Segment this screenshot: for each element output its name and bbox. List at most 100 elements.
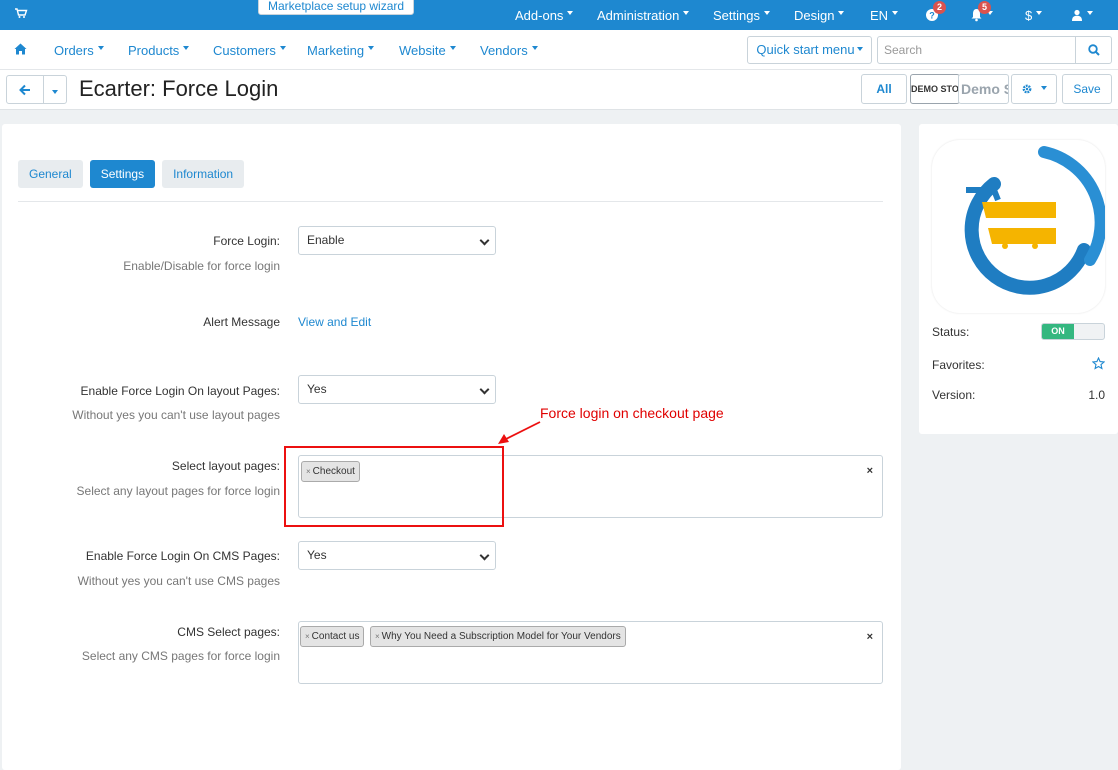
nav-marketing-label: Marketing bbox=[307, 42, 365, 58]
status-on-label: ON bbox=[1042, 324, 1074, 339]
addons-menu[interactable]: Add-ons bbox=[515, 0, 574, 30]
setup-wizard-button[interactable]: Marketplace setup wizard bbox=[258, 0, 415, 15]
nav-website-label: Website bbox=[399, 42, 446, 58]
layout-pages-enable-value: Yes bbox=[307, 382, 327, 396]
nav-products[interactable]: Products bbox=[128, 30, 190, 70]
layout-pages-enable-label: Enable Force Login On layout Pages: bbox=[80, 384, 280, 398]
nav-orders[interactable]: Orders bbox=[54, 30, 104, 70]
chevron-down-icon bbox=[856, 46, 863, 51]
title-bar: Ecarter: Force Login All DEMO STORE Demo… bbox=[0, 70, 1118, 110]
nav-vendors[interactable]: Vendors bbox=[480, 30, 538, 70]
layout-pages-enable-select[interactable]: Yes bbox=[298, 375, 496, 404]
settings-menu[interactable]: Settings bbox=[713, 0, 770, 30]
save-button[interactable]: Save bbox=[1062, 74, 1112, 104]
remove-icon[interactable]: × bbox=[375, 632, 380, 641]
view-and-edit-link[interactable]: View and Edit bbox=[298, 315, 371, 329]
chevron-down-icon bbox=[567, 11, 574, 15]
search-box bbox=[877, 36, 1112, 64]
quick-start-menu-button[interactable]: Quick start menu bbox=[747, 36, 872, 64]
user-icon bbox=[1072, 9, 1082, 21]
gear-icon bbox=[1022, 84, 1032, 94]
status-label: Status: bbox=[932, 325, 970, 339]
alert-message-label: Alert Message bbox=[203, 315, 280, 329]
search-button[interactable] bbox=[1075, 37, 1111, 63]
chevron-down-icon[interactable] bbox=[52, 90, 58, 94]
force-login-label: Force Login: bbox=[213, 234, 280, 248]
clear-icon[interactable]: × bbox=[867, 465, 873, 477]
chevron-down-icon bbox=[1040, 85, 1047, 90]
version-label: Version: bbox=[932, 388, 976, 402]
search-input[interactable] bbox=[878, 37, 1076, 63]
force-login-value: Enable bbox=[307, 233, 345, 247]
language-menu[interactable]: EN bbox=[870, 0, 899, 30]
administration-menu[interactable]: Administration bbox=[597, 0, 690, 30]
nav-customers[interactable]: Customers bbox=[213, 30, 286, 70]
chevron-down-icon bbox=[763, 11, 770, 15]
tab-general[interactable]: General bbox=[18, 160, 83, 188]
nav-customers-label: Customers bbox=[213, 42, 276, 58]
settings-dropdown-button[interactable] bbox=[1011, 74, 1057, 104]
cms-pages-enable-label: Enable Force Login On CMS Pages: bbox=[85, 549, 280, 563]
administration-menu-label: Administration bbox=[597, 7, 680, 23]
chip-contact-us: × Contact us bbox=[300, 626, 365, 647]
chevron-down-icon bbox=[531, 46, 538, 50]
main-nav: Orders Products Customers Marketing Webs… bbox=[0, 30, 1118, 70]
status-toggle[interactable]: ON bbox=[1041, 323, 1105, 340]
demo-store-button-2[interactable]: Demo Store bbox=[958, 74, 1009, 104]
chevron-down-icon bbox=[683, 11, 690, 15]
help-badge: 2 bbox=[933, 1, 946, 14]
help-menu[interactable]: ? 2 bbox=[925, 0, 946, 30]
tabs: General Settings Information bbox=[18, 160, 251, 188]
tab-information[interactable]: Information bbox=[162, 160, 245, 188]
cart-icon[interactable] bbox=[14, 6, 28, 20]
chevron-down-icon bbox=[838, 11, 845, 15]
tabs-divider bbox=[18, 201, 883, 202]
star-icon[interactable] bbox=[1092, 357, 1105, 370]
back-arrow-icon[interactable] bbox=[19, 84, 31, 96]
ecarter-logo-icon bbox=[964, 146, 1105, 295]
notifications-badge: 5 bbox=[978, 1, 991, 14]
all-stores-button[interactable]: All bbox=[861, 74, 907, 104]
force-login-hint: Enable/Disable for force login bbox=[123, 259, 280, 273]
demo-store-button[interactable]: DEMO STORE bbox=[910, 74, 960, 104]
annotation-arrow bbox=[498, 421, 541, 444]
chevron-down-icon bbox=[449, 46, 456, 50]
addon-side-panel: Status: ON Favorites: Version: 1.0 bbox=[919, 124, 1118, 434]
nav-website[interactable]: Website bbox=[399, 30, 456, 70]
remove-icon[interactable]: × bbox=[305, 632, 310, 641]
chevron-down-icon bbox=[1087, 11, 1093, 15]
clear-icon[interactable]: × bbox=[867, 631, 873, 643]
addons-menu-label: Add-ons bbox=[515, 7, 564, 23]
version-value: 1.0 bbox=[1088, 388, 1105, 402]
layout-pages-select-label: Select layout pages: bbox=[171, 459, 280, 473]
tab-settings[interactable]: Settings bbox=[89, 160, 156, 188]
annotation-box bbox=[284, 446, 504, 527]
currency-label: $ bbox=[1025, 7, 1033, 23]
currency-menu[interactable]: $ bbox=[1025, 0, 1043, 30]
cms-pages-enable-hint: Without yes you can't use CMS pages bbox=[77, 574, 280, 588]
back-button-group bbox=[6, 75, 67, 104]
notifications-menu[interactable]: 5 bbox=[970, 0, 1000, 30]
cms-pages-select-hint: Select any CMS pages for force login bbox=[81, 649, 280, 663]
chevron-down-icon bbox=[368, 46, 375, 50]
divider bbox=[43, 76, 44, 103]
chevron-down-icon bbox=[479, 384, 490, 395]
chip-subscription-model: × Why You Need a Subscription Model for Y… bbox=[370, 626, 626, 647]
cms-pages-enable-select[interactable]: Yes bbox=[298, 541, 496, 570]
home-icon[interactable] bbox=[14, 43, 27, 55]
force-login-select[interactable]: Enable bbox=[298, 226, 496, 255]
cms-pages-select-label: CMS Select pages: bbox=[177, 625, 280, 639]
design-menu-label: Design bbox=[794, 7, 835, 23]
language-menu-label: EN bbox=[870, 7, 889, 23]
user-menu[interactable] bbox=[1071, 0, 1093, 30]
nav-marketing[interactable]: Marketing bbox=[307, 30, 375, 70]
page-title: Ecarter: Force Login bbox=[79, 76, 279, 101]
addon-logo bbox=[932, 140, 1105, 313]
layout-pages-select-hint: Select any layout pages for force login bbox=[76, 484, 280, 498]
chevron-down-icon bbox=[279, 46, 286, 50]
chevron-down-icon bbox=[479, 550, 490, 561]
cms-pages-multiselect[interactable]: × Contact us × Why You Need a Subscription… bbox=[298, 621, 883, 684]
cms-pages-enable-value: Yes bbox=[307, 548, 327, 562]
design-menu[interactable]: Design bbox=[794, 0, 845, 30]
chip-label: Contact us bbox=[311, 631, 360, 642]
